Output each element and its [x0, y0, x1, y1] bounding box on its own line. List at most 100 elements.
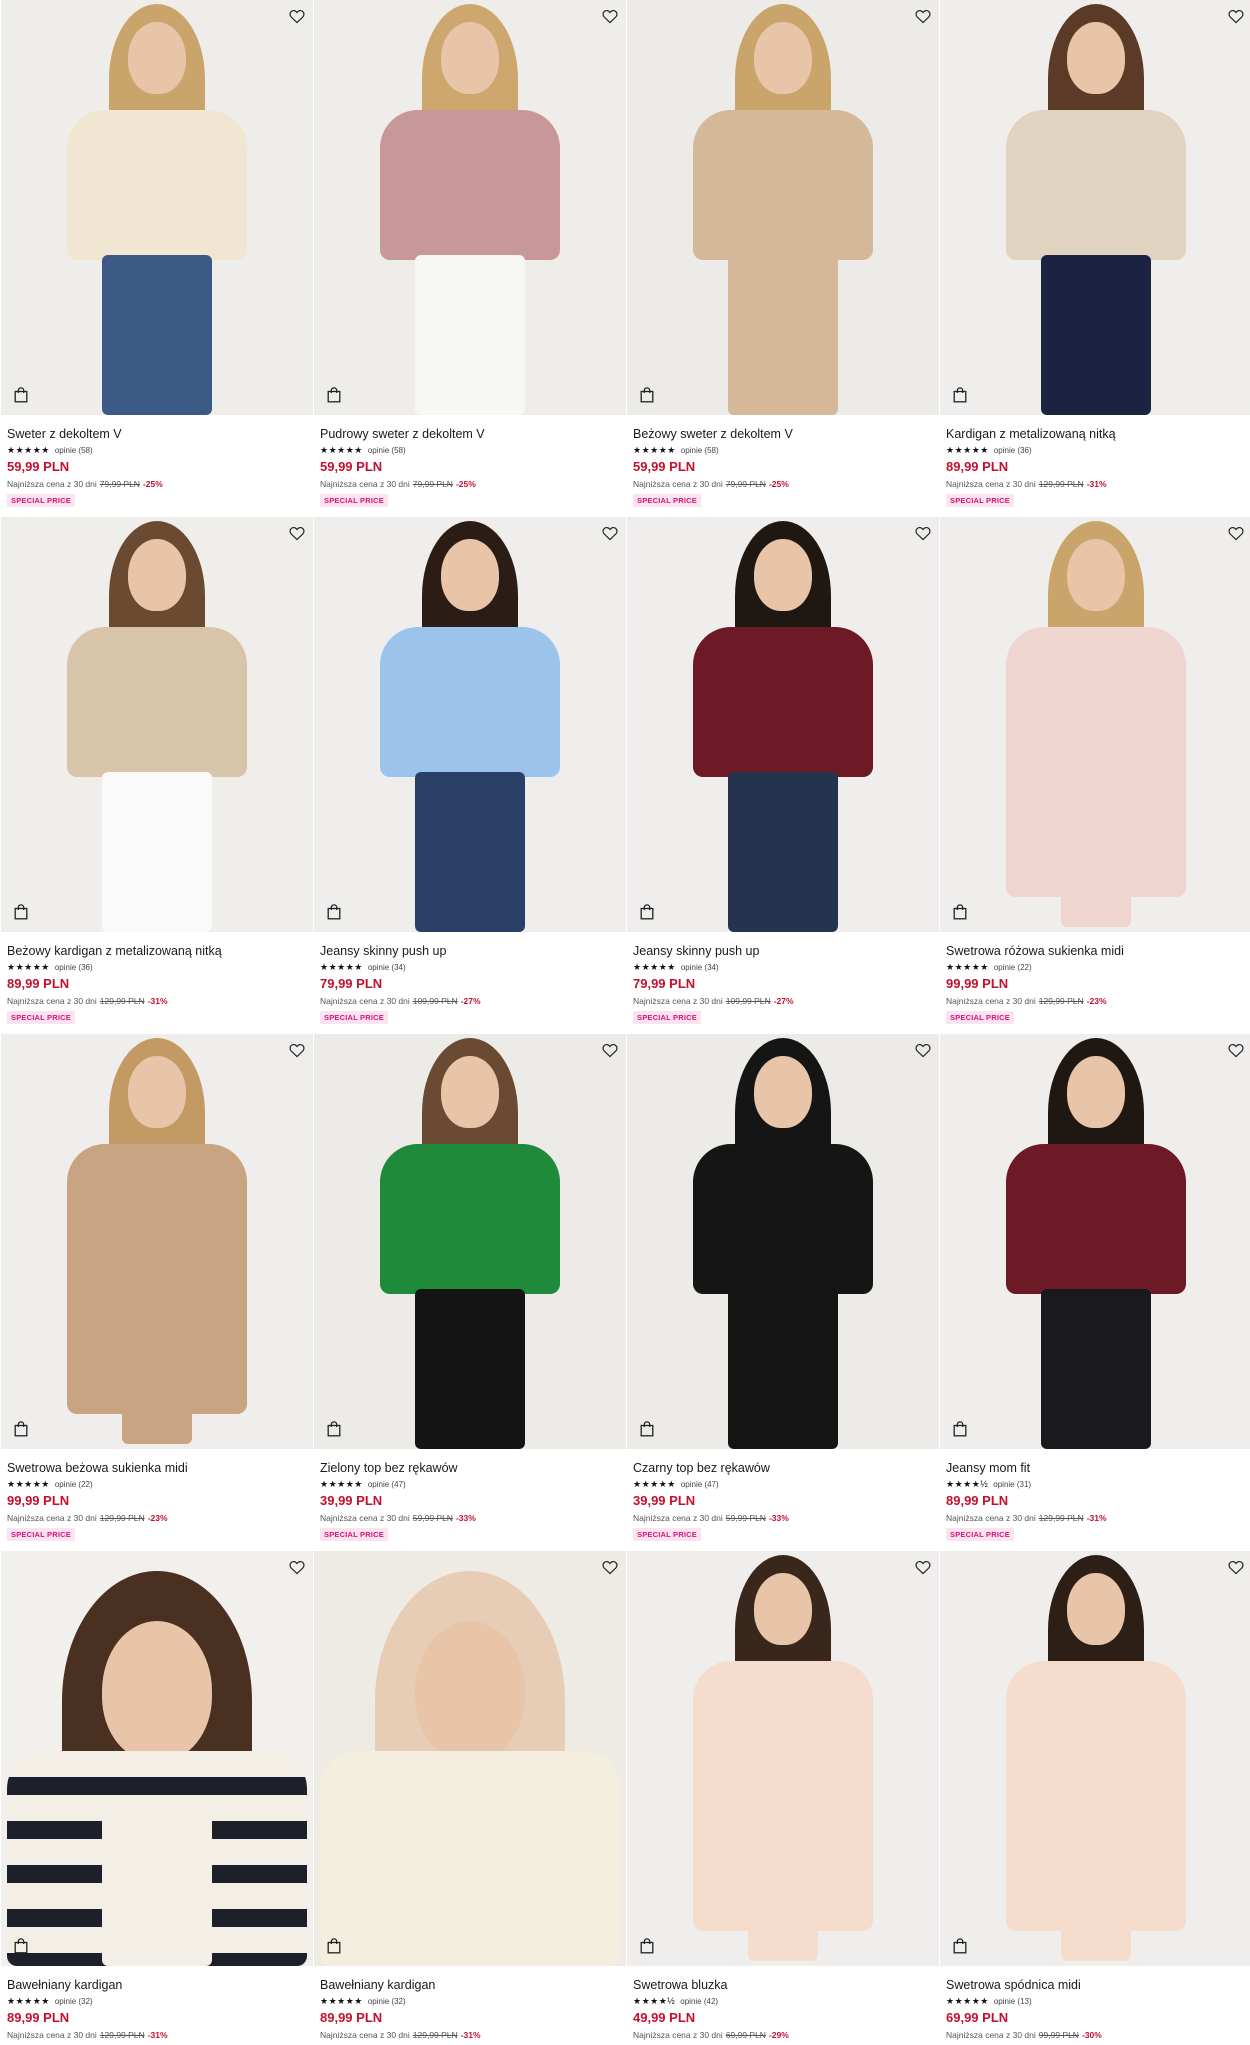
add-to-cart-bag-icon[interactable]	[324, 1419, 344, 1439]
product-name[interactable]: Jeansy skinny push up	[633, 944, 933, 959]
review-count[interactable]: opinie (34)	[368, 963, 406, 972]
review-count[interactable]: opinie (32)	[368, 1997, 406, 2006]
add-to-cart-bag-icon[interactable]	[11, 1419, 31, 1439]
product-image[interactable]	[627, 517, 939, 932]
product-name[interactable]: Jeansy skinny push up	[320, 944, 620, 959]
review-count[interactable]: opinie (32)	[55, 1997, 93, 2006]
wishlist-heart-icon[interactable]	[1226, 1557, 1246, 1577]
review-count[interactable]: opinie (58)	[681, 446, 719, 455]
wishlist-heart-icon[interactable]	[287, 1557, 307, 1577]
wishlist-heart-icon[interactable]	[600, 1040, 620, 1060]
add-to-cart-bag-icon[interactable]	[950, 902, 970, 922]
review-count[interactable]: opinie (36)	[994, 446, 1032, 455]
product-name[interactable]: Kardigan z metalizowaną nitką	[946, 427, 1246, 442]
add-to-cart-bag-icon[interactable]	[324, 902, 344, 922]
add-to-cart-bag-icon[interactable]	[324, 1936, 344, 1956]
review-count[interactable]: opinie (13)	[994, 1997, 1032, 2006]
wishlist-heart-icon[interactable]	[287, 1040, 307, 1060]
review-count[interactable]: opinie (58)	[55, 446, 93, 455]
product-card[interactable]: Swetrowa beżowa sukienka midi ★★★★★ opin…	[1, 1034, 313, 1551]
product-image[interactable]	[314, 0, 626, 415]
product-image[interactable]	[940, 1551, 1250, 1966]
wishlist-heart-icon[interactable]	[1226, 523, 1246, 543]
product-name[interactable]: Swetrowa beżowa sukienka midi	[7, 1461, 307, 1476]
add-to-cart-bag-icon[interactable]	[324, 385, 344, 405]
product-card[interactable]: Jeansy skinny push up ★★★★★ opinie (34) …	[627, 517, 939, 1034]
product-image[interactable]	[627, 0, 939, 415]
add-to-cart-bag-icon[interactable]	[11, 1936, 31, 1956]
product-name[interactable]: Swetrowa bluzka	[633, 1978, 933, 1993]
product-image[interactable]	[940, 517, 1250, 932]
review-count[interactable]: opinie (22)	[994, 963, 1032, 972]
wishlist-heart-icon[interactable]	[913, 1557, 933, 1577]
product-name[interactable]: Czarny top bez rękawów	[633, 1461, 933, 1476]
product-rating: ★★★★★ opinie (58)	[7, 444, 307, 456]
add-to-cart-bag-icon[interactable]	[637, 1936, 657, 1956]
product-name[interactable]: Zielony top bez rękawów	[320, 1461, 620, 1476]
product-card[interactable]: Bawełniany kardigan ★★★★★ opinie (32) 89…	[1, 1551, 313, 2045]
product-image[interactable]	[314, 1034, 626, 1449]
review-count[interactable]: opinie (42)	[680, 1997, 718, 2006]
wishlist-heart-icon[interactable]	[913, 6, 933, 26]
product-image[interactable]	[1, 0, 313, 415]
add-to-cart-bag-icon[interactable]	[637, 1419, 657, 1439]
wishlist-heart-icon[interactable]	[913, 1040, 933, 1060]
wishlist-heart-icon[interactable]	[287, 523, 307, 543]
add-to-cart-bag-icon[interactable]	[11, 385, 31, 405]
wishlist-heart-icon[interactable]	[1226, 6, 1246, 26]
wishlist-heart-icon[interactable]	[1226, 1040, 1246, 1060]
old-price: 79,99 PLN	[99, 479, 140, 489]
product-card[interactable]: Swetrowa bluzka ★★★★½ opinie (42) 49,99 …	[627, 1551, 939, 2045]
product-name[interactable]: Bawełniany kardigan	[320, 1978, 620, 1993]
product-card[interactable]: Czarny top bez rękawów ★★★★★ opinie (47)…	[627, 1034, 939, 1551]
product-image[interactable]	[627, 1034, 939, 1449]
product-name[interactable]: Beżowy kardigan z metalizowaną nitką	[7, 944, 307, 959]
add-to-cart-bag-icon[interactable]	[950, 385, 970, 405]
product-card[interactable]: Beżowy sweter z dekoltem V ★★★★★ opinie …	[627, 0, 939, 517]
discount-percent: -31%	[147, 2030, 168, 2040]
product-image[interactable]	[940, 0, 1250, 415]
wishlist-heart-icon[interactable]	[600, 523, 620, 543]
product-name[interactable]: Beżowy sweter z dekoltem V	[633, 427, 933, 442]
product-card[interactable]: Sweter z dekoltem V ★★★★★ opinie (58) 59…	[1, 0, 313, 517]
product-name[interactable]: Jeansy mom fit	[946, 1461, 1246, 1476]
wishlist-heart-icon[interactable]	[913, 523, 933, 543]
add-to-cart-bag-icon[interactable]	[637, 385, 657, 405]
review-count[interactable]: opinie (58)	[368, 446, 406, 455]
product-name[interactable]: Swetrowa różowa sukienka midi	[946, 944, 1246, 959]
add-to-cart-bag-icon[interactable]	[637, 902, 657, 922]
product-image[interactable]	[940, 1034, 1250, 1449]
product-image[interactable]	[314, 1551, 626, 1966]
product-name[interactable]: Swetrowa spódnica midi	[946, 1978, 1246, 1993]
product-card[interactable]: Swetrowa różowa sukienka midi ★★★★★ opin…	[940, 517, 1250, 1034]
product-card[interactable]: Zielony top bez rękawów ★★★★★ opinie (47…	[314, 1034, 626, 1551]
wishlist-heart-icon[interactable]	[287, 6, 307, 26]
wishlist-heart-icon[interactable]	[600, 6, 620, 26]
add-to-cart-bag-icon[interactable]	[950, 1419, 970, 1439]
wishlist-heart-icon[interactable]	[600, 1557, 620, 1577]
product-card[interactable]: Jeansy mom fit ★★★★½ opinie (31) 89,99 P…	[940, 1034, 1250, 1551]
product-image[interactable]	[627, 1551, 939, 1966]
product-image[interactable]	[1, 1034, 313, 1449]
review-count[interactable]: opinie (31)	[993, 1480, 1031, 1489]
product-name[interactable]: Sweter z dekoltem V	[7, 427, 307, 442]
review-count[interactable]: opinie (22)	[55, 1480, 93, 1489]
product-image[interactable]	[1, 1551, 313, 1966]
add-to-cart-bag-icon[interactable]	[11, 902, 31, 922]
review-count[interactable]: opinie (47)	[368, 1480, 406, 1489]
product-card[interactable]: Pudrowy sweter z dekoltem V ★★★★★ opinie…	[314, 0, 626, 517]
product-card[interactable]: Kardigan z metalizowaną nitką ★★★★★ opin…	[940, 0, 1250, 517]
product-card[interactable]: Beżowy kardigan z metalizowaną nitką ★★★…	[1, 517, 313, 1034]
product-name[interactable]: Bawełniany kardigan	[7, 1978, 307, 1993]
review-count[interactable]: opinie (47)	[681, 1480, 719, 1489]
product-card[interactable]: Bawełniany kardigan ★★★★★ opinie (32) 89…	[314, 1551, 626, 2045]
lowest-price-label: Najniższa cena z 30 dni	[946, 1513, 1036, 1523]
review-count[interactable]: opinie (34)	[681, 963, 719, 972]
product-image[interactable]	[1, 517, 313, 932]
product-card[interactable]: Jeansy skinny push up ★★★★★ opinie (34) …	[314, 517, 626, 1034]
product-name[interactable]: Pudrowy sweter z dekoltem V	[320, 427, 620, 442]
review-count[interactable]: opinie (36)	[55, 963, 93, 972]
add-to-cart-bag-icon[interactable]	[950, 1936, 970, 1956]
product-card[interactable]: Swetrowa spódnica midi ★★★★★ opinie (13)…	[940, 1551, 1250, 2045]
product-image[interactable]	[314, 517, 626, 932]
